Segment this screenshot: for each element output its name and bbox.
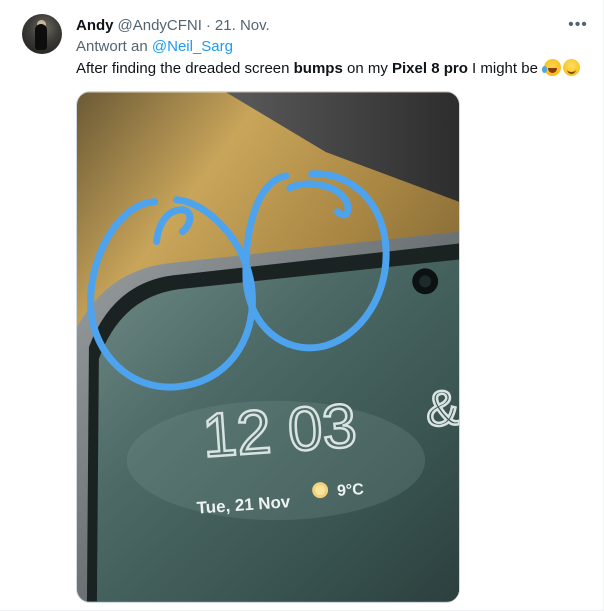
tweet-text: After finding the dreaded screen bumps o… [76, 59, 581, 79]
tweet-text-bold-2: Pixel 8 pro [392, 60, 468, 77]
tweet-photo[interactable]: 12 03 & Tue, 21 Nov 9°C [76, 91, 460, 603]
reply-mention-link[interactable]: @Neil_Sarg [152, 38, 233, 55]
author-handle[interactable]: @AndyCFNI [118, 16, 202, 36]
tweet-header: Andy @AndyCFNI · 21. Nov. [76, 16, 270, 36]
avatar-figure [35, 24, 47, 50]
tweet[interactable]: Andy @AndyCFNI · 21. Nov. ••• Antwort an… [0, 0, 604, 611]
tweet-text-part-1: After finding the dreaded screen [76, 60, 294, 77]
avatar[interactable] [22, 14, 62, 54]
lockscreen-clock: 12 03 [200, 391, 359, 471]
clock-partial-digit: & [424, 379, 459, 437]
tweet-text-part-2: on my [342, 60, 392, 77]
tweet-text-bold-1: bumps [293, 60, 343, 77]
phone-photo: 12 03 & Tue, 21 Nov 9°C [77, 92, 459, 602]
lockscreen-temperature: 9°C [337, 481, 365, 500]
reply-prefix: Antwort an [76, 38, 148, 55]
tweet-text-part-3: I might be [467, 60, 543, 77]
more-options-icon[interactable]: ••• [566, 14, 590, 36]
melting-face-emoji [563, 59, 581, 76]
face-with-tears-of-joy-emoji [542, 59, 562, 76]
header-separator: · [205, 17, 211, 34]
reply-context: Antwort an @Neil_Sarg [76, 37, 233, 57]
author-name[interactable]: Andy [76, 16, 114, 36]
tweet-date[interactable]: 21. Nov. [215, 16, 270, 36]
